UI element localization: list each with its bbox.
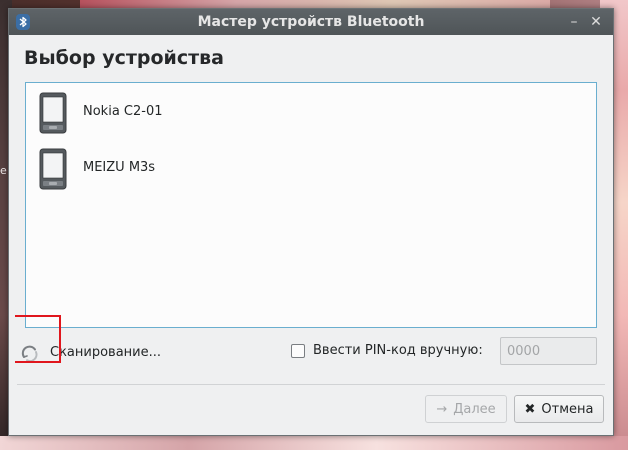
window-titlebar[interactable]: Мастер устройств Bluetooth – ✕ <box>9 9 613 35</box>
divider <box>17 384 605 385</box>
scan-label: Сканирование... <box>50 345 162 360</box>
phone-icon <box>39 92 67 134</box>
arrow-right-icon: → <box>436 401 448 417</box>
device-name: Nokia C2-01 <box>83 104 163 119</box>
list-item[interactable]: MEIZU M3s <box>26 141 596 193</box>
phone-icon <box>39 148 67 190</box>
desktop-background-bottom <box>0 436 628 450</box>
manual-pin-checkbox[interactable] <box>291 344 305 358</box>
window-title: Мастер устройств Bluetooth <box>197 14 425 30</box>
manual-pin-label[interactable]: Ввести PIN-код вручную: <box>313 343 483 358</box>
page-title: Выбор устройства <box>24 47 224 69</box>
desktop-background-top <box>80 0 550 8</box>
pin-input[interactable] <box>500 337 597 365</box>
scan-status: Сканирование... <box>15 315 177 369</box>
minimize-button[interactable]: – <box>565 13 583 31</box>
next-button-label: Далее <box>453 401 496 417</box>
cancel-button-label: Отмена <box>541 401 594 417</box>
highlight-annotation <box>15 315 61 363</box>
device-name: MEIZU M3s <box>83 160 156 175</box>
desktop-edge-text: e <box>0 164 7 177</box>
list-item[interactable]: Nokia C2-01 <box>26 85 596 137</box>
cancel-x-icon: ✖ <box>524 401 536 417</box>
close-button[interactable]: ✕ <box>587 13 605 31</box>
bluetooth-wizard-dialog: Мастер устройств Bluetooth – ✕ Выбор уст… <box>8 8 614 436</box>
next-button[interactable]: → Далее <box>425 395 507 423</box>
device-list[interactable]: Nokia C2-01 MEIZU M3s <box>25 82 597 328</box>
cancel-button[interactable]: ✖ Отмена <box>514 395 604 423</box>
